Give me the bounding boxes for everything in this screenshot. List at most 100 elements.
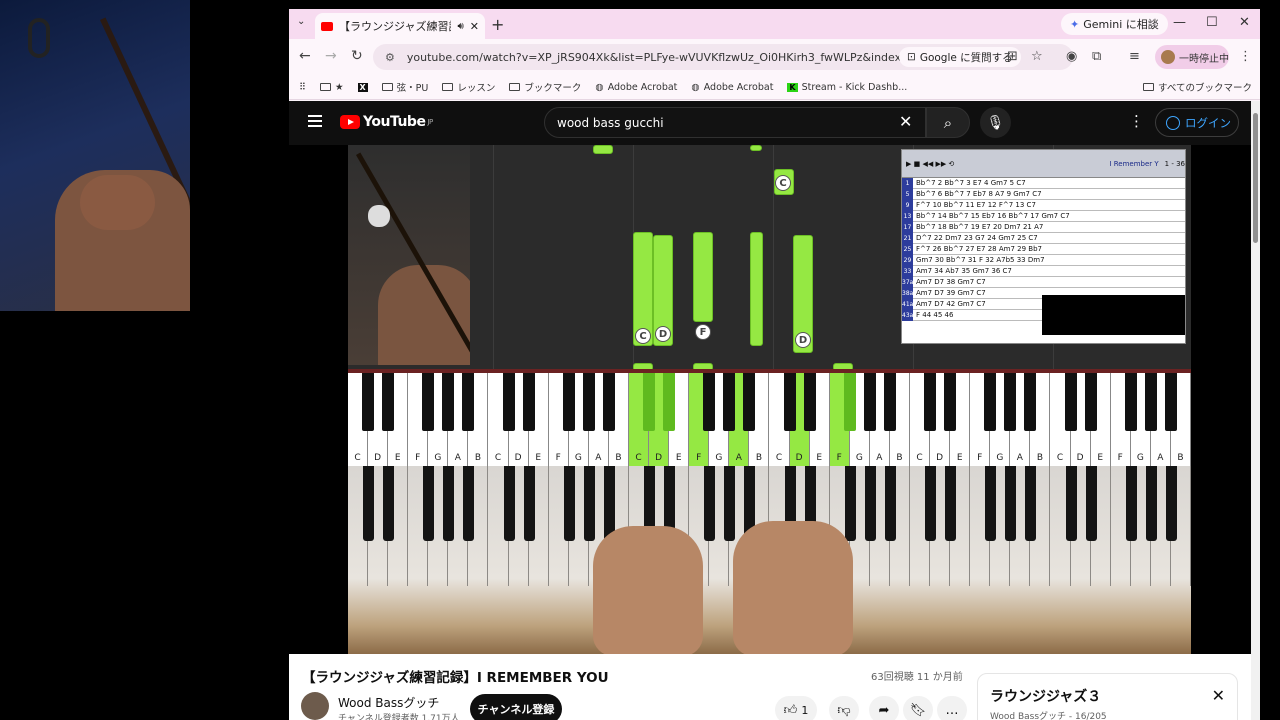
piano-black-key	[1005, 466, 1017, 541]
bar-number: 41a	[902, 298, 914, 310]
maximize-icon[interactable]: ☐	[1206, 15, 1218, 30]
chord-text: Bb^7 14 Bb^7 15 Eb7 16 Bb^7 17 Gm7 C7	[916, 212, 1070, 220]
speaker-icon[interactable]: 🔊︎	[457, 21, 463, 32]
chord-row: 33 Am7 34 Ab7 35 Gm7 36 C7	[902, 265, 1185, 277]
apps-icon[interactable]: ⠿	[299, 82, 306, 93]
bookmark-adobe-1[interactable]: ◍ Adobe Acrobat	[595, 82, 677, 93]
settings-menu-icon[interactable]: ⋮	[1129, 112, 1144, 130]
thumbs-up-icon: 👍︎	[783, 702, 798, 718]
piano-black-key	[844, 466, 856, 541]
tab-youtube[interactable]: 【ラウンジジャズ練習記録】I RE 🔊︎ ✕	[315, 13, 485, 39]
piano-black-key	[423, 466, 435, 541]
video-info: 【ラウンジジャズ練習記録】I REMEMBER YOU 63回視聴 11 か月前…	[289, 654, 1251, 720]
forward-icon[interactable]: →	[325, 48, 337, 64]
bar-number: 43a	[902, 309, 914, 321]
record-icon[interactable]: ◉	[1066, 49, 1077, 64]
like-button[interactable]: 👍︎ 1	[775, 696, 817, 720]
falling-note	[593, 145, 613, 154]
media-control-icon[interactable]: ≡	[1129, 49, 1140, 64]
falling-note	[750, 145, 762, 151]
video-player[interactable]: C C D F D ▶ ■ ◀◀ ▶▶ ⟲ I Remember Y 1 - 3…	[289, 145, 1251, 654]
search-input[interactable]: wood bass gucchi	[544, 107, 926, 138]
save-button[interactable]: 🔖︎	[903, 696, 933, 720]
playlist-subtitle: Wood Bassグッチ - 16/205	[990, 712, 1107, 720]
voice-search-icon[interactable]: 🎙︎	[980, 107, 1011, 138]
piano-black-key	[1085, 466, 1097, 541]
gemini-sparkle-icon: ✦	[1070, 17, 1080, 31]
lens-icon: ⊡	[907, 51, 916, 63]
install-app-icon[interactable]: ⊞	[1007, 49, 1018, 64]
bookmark-star-icon[interactable]: ☆	[1031, 49, 1043, 64]
hamburger-menu-icon[interactable]	[308, 115, 322, 127]
lane-line	[493, 145, 494, 369]
dislike-button[interactable]: 👎︎	[829, 696, 859, 720]
folder-icon	[509, 83, 521, 91]
folder-icon	[442, 83, 454, 91]
tab-close-icon[interactable]: ✕	[470, 20, 479, 33]
window-close-icon[interactable]: ✕	[1239, 15, 1250, 30]
back-icon[interactable]: ←	[299, 48, 311, 64]
more-icon: …	[945, 702, 959, 718]
note-label: C	[775, 175, 791, 191]
reload-icon[interactable]: ↻	[351, 48, 363, 64]
chord-row: 13 Bb^7 14 Bb^7 15 Eb7 16 Bb^7 17 Gm7 C7	[902, 210, 1185, 222]
gemini-button[interactable]: ✦ Gemini に相談	[1061, 13, 1168, 35]
site-info-icon[interactable]: ⚙	[385, 51, 395, 64]
playlist-close-icon[interactable]: ✕	[1212, 686, 1225, 705]
address-bar-row: ← → ↻ ⚙ youtube.com/watch?v=XP_jRS904Xk&…	[289, 39, 1260, 75]
bookmark-folder-gen-pu[interactable]: 弦・PU	[381, 80, 428, 94]
profile-label: 一時停止中	[1179, 53, 1229, 65]
page-scrollbar[interactable]	[1251, 101, 1260, 720]
extensions-icon[interactable]: ⧉	[1092, 49, 1101, 64]
login-button[interactable]: ログイン	[1155, 108, 1239, 137]
piano-black-key	[864, 466, 876, 541]
video-meta: 63回視聴 11 か月前	[871, 672, 963, 683]
search-button[interactable]: ⌕	[926, 107, 970, 138]
tab-search-icon[interactable]: ⌄	[297, 16, 305, 27]
black-key	[1024, 373, 1037, 431]
tab-bar: ⌄ 【ラウンジジャズ練習記録】I RE 🔊︎ ✕ + ✦ Gemini に相談 …	[289, 9, 1260, 39]
channel-avatar[interactable]	[301, 692, 329, 720]
black-key	[522, 373, 535, 431]
ask-google-button[interactable]: ⊡ Google に質問する	[899, 47, 1021, 67]
bar-number: 37a	[902, 276, 914, 288]
share-button[interactable]: ➦	[869, 696, 899, 720]
all-bookmarks[interactable]: すべてのブックマーク	[1143, 80, 1252, 94]
chord-text: Bb^7 6 Bb^7 7 Eb7 8 A7 9 Gm7 C7	[916, 190, 1042, 198]
subscribe-button[interactable]: チャンネル登録	[470, 694, 562, 720]
globe-icon: ◍	[595, 81, 604, 93]
bookmark-adobe-2[interactable]: ◍ Adobe Acrobat	[691, 82, 773, 93]
note-label: D	[655, 326, 671, 342]
bar-number: 9	[902, 199, 913, 211]
bookmark-x[interactable]: X	[357, 82, 368, 92]
bookmark-star[interactable]: ★	[319, 82, 344, 93]
bookmark-kick[interactable]: K Stream - Kick Dashb...	[787, 82, 907, 93]
bookmark-folder-bookmarks[interactable]: ブックマーク	[509, 80, 581, 94]
youtube-logo[interactable]: YouTube JP	[340, 114, 433, 130]
more-actions-button[interactable]: …	[937, 696, 967, 720]
black-key	[422, 373, 435, 431]
piano-black-key	[985, 466, 997, 541]
share-icon: ➦	[878, 702, 890, 718]
black-key	[803, 373, 816, 431]
bar-number: 33	[902, 265, 913, 277]
bar-range: 1 - 36	[1164, 159, 1185, 168]
channel-name[interactable]: Wood Bassグッチ	[338, 694, 439, 711]
scrollbar-thumb[interactable]	[1253, 113, 1258, 243]
bookmark-folder-lesson[interactable]: レッスン	[442, 80, 495, 94]
browser-menu-icon[interactable]: ⋮	[1239, 49, 1252, 64]
chord-text: Gm7 30 Bb^7 31 F 32 A7b5 33 Dm7	[916, 256, 1045, 264]
minimize-icon[interactable]: —	[1173, 15, 1186, 30]
clear-search-icon[interactable]: ✕	[899, 112, 912, 131]
piano-black-key	[1145, 466, 1157, 541]
note-label: F	[695, 324, 711, 340]
piano-black-key	[583, 466, 595, 541]
new-tab-icon[interactable]: +	[491, 15, 504, 34]
search-icon: ⌕	[943, 113, 953, 132]
chord-row: 5 Bb^7 6 Bb^7 7 Eb7 8 A7 9 Gm7 C7	[902, 188, 1185, 200]
black-key	[462, 373, 475, 431]
chord-row: 37a Am7 D7 38 Gm7 C7	[902, 276, 1185, 288]
playlist-panel[interactable]: ラウンジジャズ３ Wood Bassグッチ - 16/205 ✕	[977, 673, 1238, 720]
black-key	[643, 373, 656, 431]
profile-button[interactable]: 一時停止中	[1155, 45, 1229, 69]
